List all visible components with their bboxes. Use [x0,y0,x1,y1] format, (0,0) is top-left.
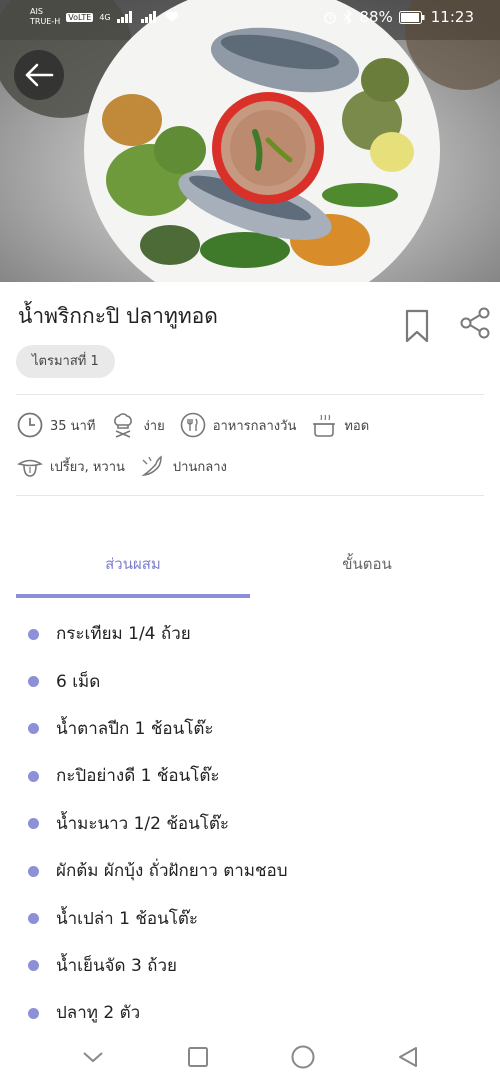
alarm-icon [324,12,337,24]
bullet-icon [28,770,39,782]
nav-back-button[interactable] [393,1042,423,1072]
meta-difficulty: ง่าย [109,411,165,439]
meta-time: 35 นาที [16,411,95,439]
back-button[interactable] [14,50,64,100]
signal-icon-2 [140,11,156,23]
arrow-left-icon [25,63,54,87]
meta-row-1: 35 นาที ง่าย อาหารกลางวัน ทอด [16,410,383,440]
list-item: น้ำตาลปีก 1 ช้อนโต๊ะ [0,705,500,752]
bullet-icon [28,723,39,735]
nav-home-button[interactable] [288,1042,318,1072]
ingredient-text: กระเทียม 1/4 ถ้วย [56,624,191,645]
tongue-icon [17,459,43,477]
battery-icon [398,10,425,24]
bullet-icon [28,1007,39,1019]
pot-icon [313,414,336,437]
clock-icon [17,412,43,438]
status-right: 88% 11:23 [323,8,474,26]
tab-indicator [16,594,250,598]
chili-icon [141,455,162,477]
ingredient-list: กระเทียม 1/4 ถ้วย 6 เม็ด น้ำตาลปีก 1 ช้อ… [0,610,500,1037]
ingredient-text: 6 เม็ด [56,671,101,692]
chevron-down-icon [82,1051,103,1062]
divider [16,394,484,395]
bullet-icon [28,865,39,877]
list-item: น้ำเปล่า 1 ช้อนโต๊ะ [0,894,500,941]
plate-cutlery-icon [180,412,206,438]
difficulty: ง่าย [143,418,165,434]
list-item: น้ำมะนาว 1/2 ช้อนโต๊ะ [0,800,500,847]
cook-time: 35 นาที [50,418,96,434]
chef-hat-icon [114,413,133,438]
bookmark-button[interactable] [402,308,432,344]
bullet-icon [28,628,39,640]
list-item: 6 เม็ด [0,657,500,704]
circle-icon [291,1045,314,1068]
ingredient-text: น้ำตาลปีก 1 ช้อนโต๊ะ [56,718,214,739]
nav-recents-button[interactable] [183,1042,213,1072]
bookmark-icon [405,309,429,343]
divider [16,495,484,496]
ingredient-text: น้ำเย็นจัด 3 ถ้วย [56,955,177,976]
bullet-icon [28,960,39,972]
meta-spice: ปานกลาง [139,452,227,480]
nav-hide-button[interactable] [78,1042,108,1072]
list-item: น้ำเย็นจัด 3 ถ้วย [0,942,500,989]
list-item: กระเทียม 1/4 ถ้วย [0,610,500,657]
trimester-tag[interactable]: ไตรมาสที่ 1 [16,345,115,378]
spice-level: ปานกลาง [172,459,227,475]
share-button[interactable] [458,306,492,340]
carrier-top: AIS [30,7,43,16]
volte-badge: VoLTE [66,12,94,22]
clock: 11:23 [430,8,474,26]
ingredient-text: น้ำเปล่า 1 ช้อนโต๊ะ [56,908,199,929]
tab-ingredients[interactable]: ส่วนผสม [16,552,250,576]
ingredient-text: ปลาทู 2 ตัว [56,1003,141,1024]
meta-meal: อาหารกลางวัน [179,411,297,439]
share-icon [460,307,490,339]
carrier-label: AIS TRUE-H [30,7,60,27]
status-bar: AIS TRUE-H VoLTE 4G 88% 11:23 [0,0,500,34]
heart-icon [165,11,178,22]
battery-percent: 88% [359,8,393,26]
triangle-back-icon [398,1046,417,1067]
recipe-tabs: ส่วนผสม ขั้นตอน [0,540,500,600]
list-item: ผักต้ม ผักบุ้ง ถั่วฝักยาว ตามชอบ [0,847,500,894]
taste: เปรี้ยว, หวาน [50,459,125,475]
bullet-icon [28,676,39,688]
meta-method: ทอด [310,411,369,439]
signal-icon [116,11,132,23]
list-item: กะปิอย่างดี 1 ช้อนโต๊ะ [0,752,500,799]
bullet-icon [28,913,39,925]
carrier-bottom: TRUE-H [30,17,61,26]
system-nav-bar [0,1030,500,1083]
square-icon [187,1046,208,1067]
food-photo [0,0,500,282]
network-label: 4G [99,12,111,22]
status-left: AIS TRUE-H VoLTE 4G [30,7,179,27]
bullet-icon [28,818,39,830]
meta-row-2: เปรี้ยว, หวาน ปานกลาง [16,451,241,481]
ingredient-text: ผักต้ม ผักบุ้ง ถั่วฝักยาว ตามชอบ [56,861,288,882]
cooking-method: ทอด [344,418,370,434]
ingredient-text: กะปิอย่างดี 1 ช้อนโต๊ะ [56,766,220,787]
ingredient-text: น้ำมะนาว 1/2 ช้อนโต๊ะ [56,813,230,834]
tab-steps[interactable]: ขั้นตอน [250,552,484,576]
recipe-hero-image [0,0,500,282]
bluetooth-icon [343,10,353,24]
meal-type: อาหารกลางวัน [212,418,297,434]
recipe-title: น้ำพริกกะปิ ปลาทูทอด [18,304,218,328]
meta-taste: เปรี้ยว, หวาน [16,452,125,480]
